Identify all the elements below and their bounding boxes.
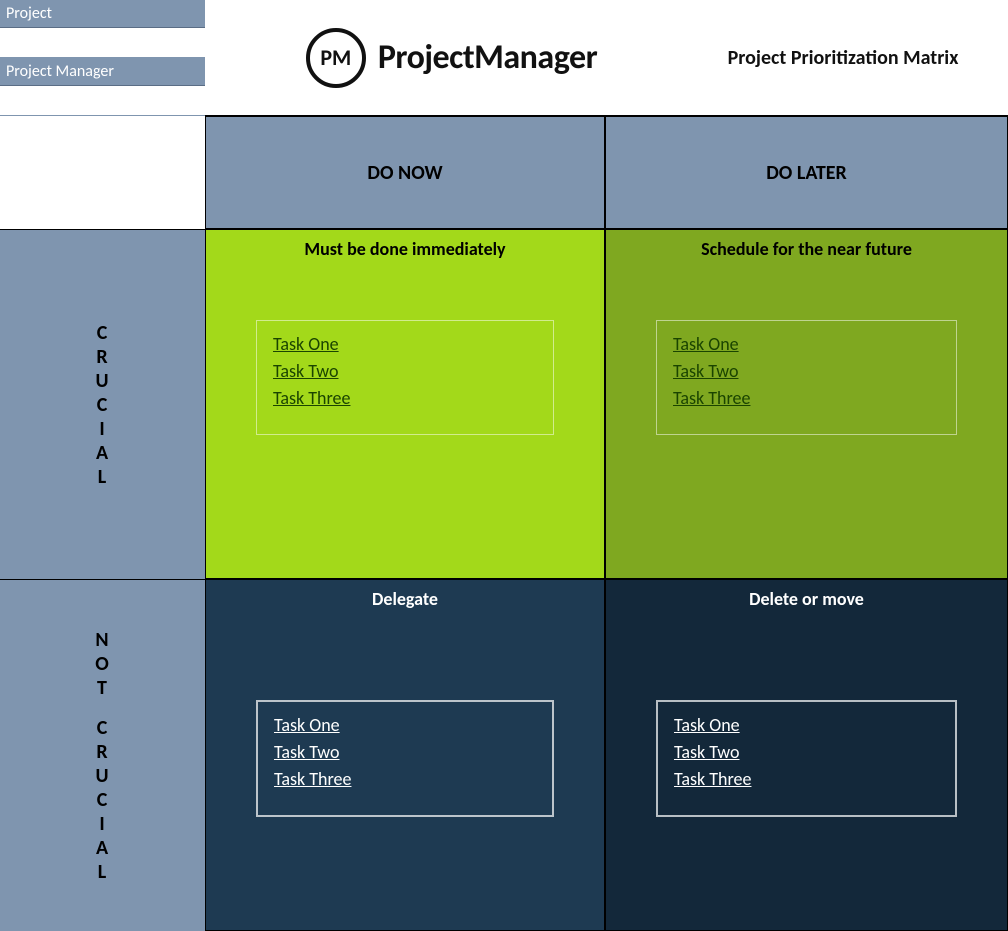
quadrant-title: Schedule for the near future — [606, 238, 1007, 260]
task-link[interactable]: Task One — [274, 712, 536, 739]
row-label-not-crucial: NOTCRUCIAL — [95, 628, 110, 884]
quadrant-title: Must be done immediately — [206, 238, 604, 260]
project-label: Project — [0, 0, 205, 28]
brand-logo-icon: PM — [306, 28, 366, 88]
task-link[interactable]: Task Two — [674, 739, 939, 766]
quadrant-do-now-crucial: Must be done immediately Task One Task T… — [205, 229, 605, 579]
task-link[interactable]: Task Two — [273, 358, 537, 385]
quadrant-do-later-not-crucial: Delete or move Task One Task Two Task Th… — [605, 579, 1008, 931]
quadrant-do-now-not-crucial: Delegate Task One Task Two Task Three — [205, 579, 605, 931]
priority-matrix: DO NOW DO LATER CRUCIAL Must be done imm… — [0, 115, 1008, 931]
quadrant-title: Delete or move — [606, 588, 1007, 610]
task-link[interactable]: Task Three — [673, 385, 940, 412]
task-box: Task One Task Two Task Three — [656, 320, 957, 435]
brand: PM ProjectManager — [205, 0, 698, 115]
row-header-not-crucial: NOTCRUCIAL — [0, 579, 205, 931]
task-link[interactable]: Task Two — [673, 358, 940, 385]
task-link[interactable]: Task Three — [274, 766, 536, 793]
column-header-do-later: DO LATER — [605, 116, 1008, 229]
task-link[interactable]: Task One — [673, 331, 940, 358]
manager-label: Project Manager — [0, 58, 205, 86]
manager-value-input[interactable] — [0, 86, 205, 116]
page-title: Project Prioritization Matrix — [698, 0, 1008, 115]
task-box: Task One Task Two Task Three — [656, 700, 957, 817]
task-link[interactable]: Task Two — [274, 739, 536, 766]
task-box: Task One Task Two Task Three — [256, 320, 554, 435]
task-link[interactable]: Task One — [674, 712, 939, 739]
matrix-corner — [0, 116, 205, 229]
task-link[interactable]: Task One — [273, 331, 537, 358]
meta-fields: Project Project Manager — [0, 0, 205, 115]
task-link[interactable]: Task Three — [674, 766, 939, 793]
row-header-crucial: CRUCIAL — [0, 229, 205, 579]
row-label-crucial: CRUCIAL — [95, 321, 109, 489]
column-header-do-now: DO NOW — [205, 116, 605, 229]
task-box: Task One Task Two Task Three — [256, 700, 554, 817]
project-value-input[interactable] — [0, 28, 205, 58]
quadrant-title: Delegate — [206, 588, 604, 610]
task-link[interactable]: Task Three — [273, 385, 537, 412]
brand-name: ProjectManager — [378, 37, 597, 78]
quadrant-do-later-crucial: Schedule for the near future Task One Ta… — [605, 229, 1008, 579]
